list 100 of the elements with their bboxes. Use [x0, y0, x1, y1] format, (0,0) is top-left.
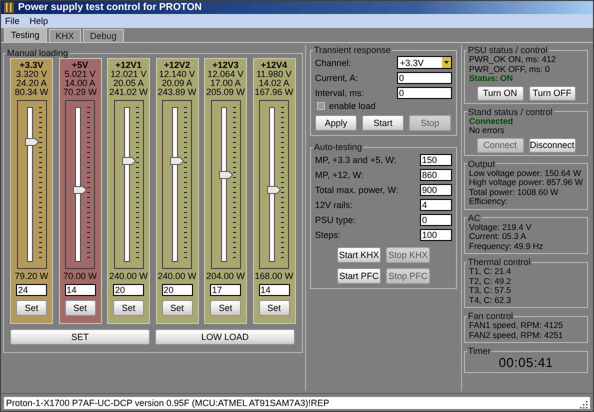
input-field[interactable]: 860: [420, 168, 452, 180]
status-text: Connected: [469, 116, 514, 126]
checkbox[interactable]: [317, 102, 325, 110]
voltage-reading: 3.320 V: [16, 70, 48, 79]
set-button[interactable]: Set: [64, 300, 96, 316]
input-field[interactable]: 150: [420, 154, 452, 166]
status-text: T4, C: 62.3: [469, 296, 512, 305]
field-label: MP, +12, W:: [315, 170, 364, 180]
slider-thumb[interactable]: [267, 186, 281, 194]
tab[interactable]: Debug: [83, 29, 124, 42]
action-button[interactable]: Start KHX: [337, 247, 381, 263]
slider-thumb[interactable]: [218, 171, 232, 180]
slider-thumb[interactable]: [170, 156, 184, 165]
channel-name: +12V4: [260, 61, 288, 70]
tab[interactable]: Testing: [4, 27, 47, 42]
input-field[interactable]: 4: [420, 198, 452, 210]
group-title: Thermal control: [467, 257, 532, 267]
load-power: 79.20 W: [14, 272, 48, 281]
field-label: Steps:: [315, 230, 341, 240]
status-text: T1, C: 21.4: [469, 267, 512, 276]
status-text: T2, C: 49.2: [469, 276, 512, 286]
status-text: Total power: 1008.60 W: [469, 188, 560, 197]
current-reading: 20.05 A: [113, 79, 144, 88]
status-text: Low voltage power: 150.64 W: [469, 168, 582, 178]
action-button[interactable]: Start PFC: [337, 268, 381, 284]
action-button[interactable]: Apply: [315, 115, 357, 131]
slider-track[interactable]: [210, 100, 240, 269]
slider-thumb[interactable]: [122, 156, 136, 165]
action-button[interactable]: Turn ON: [476, 86, 524, 100]
status-text: FAN2 speed, RPM: 4251: [469, 330, 564, 340]
action-button[interactable]: SET: [10, 329, 150, 345]
setpoint-field[interactable]: 20: [113, 284, 144, 296]
voltage-reading: 12.021 V: [110, 70, 147, 79]
setpoint-field[interactable]: 24: [16, 284, 47, 296]
action-button[interactable]: Turn OFF: [528, 86, 576, 100]
status-text: Frequency: 49.9 Hz: [469, 242, 544, 251]
status-text: No errors: [469, 126, 506, 136]
slider-track[interactable]: [259, 100, 289, 269]
channel-name: +12V2: [164, 61, 190, 70]
set-button[interactable]: Set: [162, 300, 192, 316]
load-power: 168.00 W: [254, 272, 294, 281]
group-title: Timer: [467, 346, 492, 356]
slider-track[interactable]: [65, 100, 95, 269]
set-button[interactable]: Set: [258, 300, 290, 316]
status-text: Proton-1-X1700 P7AF-UC-DCP version 0.95F (MCU:ATMEL AT91SAM7A3)!REP: [6, 398, 330, 408]
set-button[interactable]: Set: [16, 300, 47, 316]
input-field[interactable]: 0: [420, 214, 452, 226]
slider-track[interactable]: [162, 100, 192, 269]
field-label: MP, +3.3 and +5, W:: [315, 154, 396, 164]
voltage-reading: 11.980 V: [256, 70, 292, 79]
checkbox-label: enable load: [329, 101, 376, 111]
current-reading: 14.02 A: [258, 79, 290, 88]
tab[interactable]: KHX: [48, 29, 82, 42]
field-label: 12V rails:: [315, 200, 353, 210]
input-field[interactable]: 100: [420, 228, 452, 240]
status-text: Voltage: 219.4 V: [469, 222, 532, 232]
power-reading: 243.89 W: [158, 88, 196, 97]
channel-name: +12V1: [115, 61, 142, 70]
group-title: Fan control: [467, 311, 514, 321]
power-reading: 80.34 W: [14, 88, 48, 97]
power-reading: 205.09 W: [206, 88, 245, 97]
action-button[interactable]: LOW LOAD: [155, 329, 295, 345]
status-text: FAN1 speed, RPM: 4125: [469, 321, 564, 330]
setpoint-field[interactable]: 14: [258, 284, 290, 296]
status-text: T3, C: 57.5: [469, 286, 512, 296]
resize-grip-icon[interactable]: [580, 401, 588, 409]
load-power: 240.00 W: [158, 272, 196, 281]
group-title: AC: [467, 212, 482, 222]
setpoint-field[interactable]: 20: [162, 284, 192, 296]
channel-dropdown[interactable]: +3.3V: [397, 56, 452, 69]
slider-thumb[interactable]: [24, 138, 38, 146]
group-title: Stand status / control: [467, 106, 554, 116]
menu-item[interactable]: Help: [30, 16, 48, 26]
voltage-reading: 12.064 V: [207, 70, 244, 79]
current-reading: 14.00 A: [64, 79, 96, 88]
slider-track[interactable]: [114, 100, 144, 269]
input-field[interactable]: 0: [397, 86, 452, 98]
action-button[interactable]: Start: [362, 115, 404, 131]
setpoint-field[interactable]: 17: [210, 284, 241, 296]
menu-item[interactable]: File: [5, 16, 20, 26]
input-field[interactable]: 900: [420, 184, 452, 196]
slider-track[interactable]: [16, 100, 46, 269]
current-reading: 20.09 A: [162, 79, 192, 88]
group-title: Output: [467, 158, 496, 168]
load-power: 70.00 W: [63, 272, 97, 281]
current-reading: 17.00 A: [210, 79, 241, 88]
timer-value: 00:05:41: [498, 356, 554, 370]
group-title: Transient response: [313, 45, 392, 55]
set-button[interactable]: Set: [113, 300, 144, 316]
slider-thumb[interactable]: [73, 186, 87, 194]
setpoint-field[interactable]: 14: [64, 284, 96, 296]
field-label: Total max. power, W:: [315, 184, 398, 194]
set-button[interactable]: Set: [210, 300, 241, 316]
status-text: PWR_OK OFF, ms: 0: [469, 64, 551, 74]
action-button[interactable]: Disconnect: [528, 138, 576, 152]
field-label: Current, A:: [315, 72, 358, 82]
status-text: Current: 05.3 A: [469, 232, 528, 242]
group-title: PSU status / control: [467, 45, 549, 55]
input-field[interactable]: 0: [397, 72, 452, 84]
load-power: 204.00 W: [206, 272, 245, 281]
